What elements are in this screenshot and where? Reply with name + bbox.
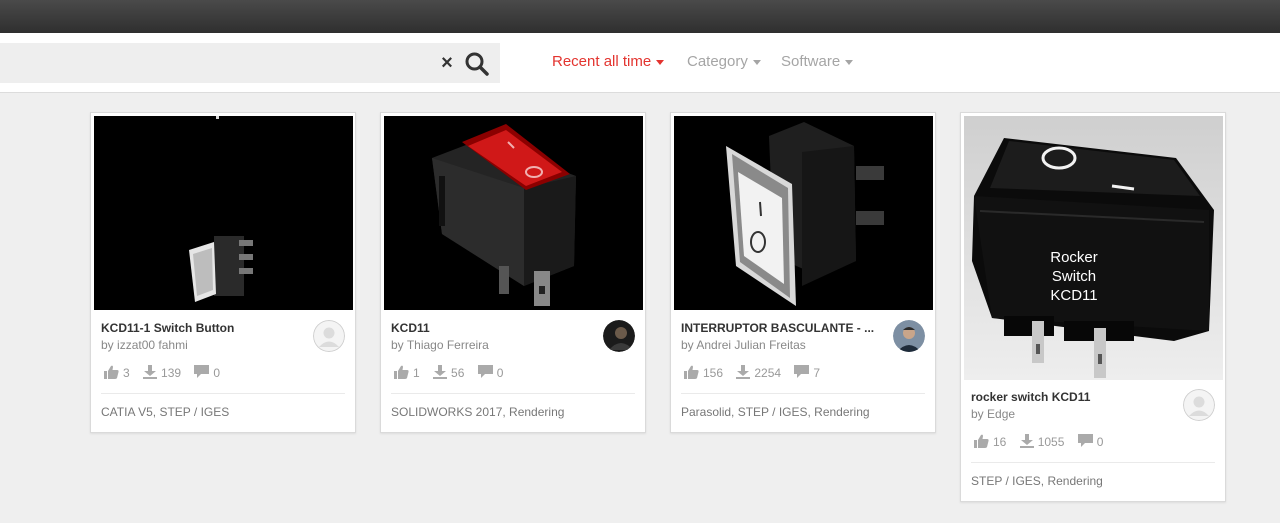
comments-count: 0 [496, 366, 504, 380]
caret-down-icon [845, 59, 854, 65]
comment-icon [794, 365, 810, 378]
model-title[interactable]: rocker switch KCD11 [971, 390, 1176, 404]
likes-stat: 1 [394, 365, 420, 380]
comment-icon [1077, 434, 1093, 447]
model-software-tags: CATIA V5, STEP / IGES [101, 405, 230, 419]
sort-dropdown-label: Recent all time [552, 53, 652, 70]
author-prefix: by [971, 407, 984, 421]
model-card[interactable]: INTERRUPTOR BASCULANTE - ... by Andrei J… [670, 112, 936, 433]
author-name[interactable]: Thiago Ferreira [407, 338, 489, 352]
divider [971, 462, 1215, 463]
likes-stat: 16 [974, 434, 1006, 449]
likes-count: 3 [123, 366, 130, 380]
model-author: by izzat00 fahmi [101, 338, 188, 352]
author-name[interactable]: Edge [987, 407, 1015, 421]
model-author: by Thiago Ferreira [391, 338, 489, 352]
comments-stat: 0 [477, 365, 504, 380]
likes-stat: 156 [684, 365, 723, 380]
caret-down-icon [656, 59, 665, 65]
sort-dropdown[interactable]: Recent all time [552, 53, 665, 70]
model-thumbnail[interactable] [94, 116, 353, 310]
software-dropdown-label: Software [781, 53, 841, 70]
model-software-tags: SOLIDWORKS 2017, Rendering [391, 405, 565, 419]
avatar[interactable] [313, 320, 345, 352]
avatar[interactable] [1183, 389, 1215, 421]
model-stats: 3 139 0 [104, 365, 230, 380]
comments-count: 0 [1096, 435, 1104, 449]
search-input[interactable] [0, 43, 430, 83]
thumbnail-text-line: Switch [1052, 268, 1096, 285]
top-navigation-bar [0, 0, 1280, 33]
model-thumbnail[interactable] [384, 116, 643, 310]
model-stats: 16 1055 0 [974, 434, 1113, 449]
download-icon [1019, 434, 1034, 448]
model-title[interactable]: KCD11-1 Switch Button [101, 321, 306, 335]
likes-count: 156 [703, 366, 724, 380]
downloads-stat: 56 [433, 365, 464, 380]
author-name[interactable]: izzat00 fahmi [117, 338, 188, 352]
thumbs-up-icon [394, 365, 409, 379]
thumbnail-text-line: Rocker [1050, 249, 1098, 266]
avatar[interactable] [893, 320, 925, 352]
comments-stat: 0 [194, 365, 220, 380]
download-icon [433, 365, 448, 379]
thumbnail-caption: Rocker Switch KCD11 [1050, 249, 1098, 304]
model-card[interactable]: KCD11-1 Switch Button by izzat00 fahmi 3… [90, 112, 356, 433]
author-name[interactable]: Andrei Julian Freitas [696, 338, 805, 352]
filter-bar: × Recent all time Category Software [0, 33, 1280, 93]
thumbs-up-icon [684, 365, 699, 379]
downloads-count: 2254 [754, 366, 782, 380]
caret-down-icon [752, 59, 761, 65]
category-dropdown-label: Category [687, 53, 748, 70]
download-icon [143, 365, 158, 379]
downloads-stat: 2254 [736, 365, 781, 380]
model-author: by Andrei Julian Freitas [681, 338, 806, 352]
likes-stat: 3 [104, 365, 130, 380]
thumbnail-text-line: KCD11 [1050, 287, 1097, 304]
divider [391, 393, 635, 394]
model-title[interactable]: KCD11 [391, 321, 596, 335]
model-stats: 156 2254 7 [684, 365, 830, 380]
model-card[interactable]: KCD11 by Thiago Ferreira 1 56 0 SOLIDWOR… [380, 112, 646, 433]
comments-stat: 7 [794, 365, 820, 380]
likes-count: 16 [993, 435, 1007, 449]
model-title[interactable]: INTERRUPTOR BASCULANTE - ... [681, 321, 886, 335]
divider [681, 393, 925, 394]
comment-icon [477, 365, 493, 378]
downloads-stat: 139 [143, 365, 181, 380]
comments-stat: 0 [1077, 434, 1104, 449]
author-prefix: by [101, 338, 114, 352]
author-prefix: by [681, 338, 694, 352]
category-dropdown[interactable]: Category [687, 53, 761, 70]
search-box: × [0, 43, 500, 83]
thumbs-up-icon [974, 434, 989, 448]
model-thumbnail[interactable] [674, 116, 933, 310]
model-thumbnail[interactable]: Rocker Switch KCD11 [964, 116, 1223, 380]
comment-icon [194, 365, 210, 378]
downloads-count: 56 [451, 366, 465, 380]
downloads-count: 139 [161, 366, 182, 380]
thumbs-up-icon [104, 365, 119, 379]
model-software-tags: Parasolid, STEP / IGES, Rendering [681, 405, 870, 419]
search-icon[interactable] [464, 51, 490, 77]
comments-count: 7 [813, 366, 821, 380]
model-software-tags: STEP / IGES, Rendering [971, 474, 1103, 488]
model-author: by Edge [971, 407, 1015, 421]
likes-count: 1 [413, 366, 420, 380]
download-icon [736, 365, 751, 379]
downloads-stat: 1055 [1019, 434, 1065, 449]
model-card[interactable]: Rocker Switch KCD11 rocker switch KCD11 … [960, 112, 1226, 502]
divider [101, 393, 345, 394]
close-icon[interactable]: × [438, 52, 456, 74]
avatar[interactable] [603, 320, 635, 352]
comments-count: 0 [213, 366, 221, 380]
software-dropdown[interactable]: Software [781, 53, 854, 70]
author-prefix: by [391, 338, 404, 352]
model-stats: 1 56 0 [394, 365, 513, 380]
downloads-count: 1055 [1037, 435, 1065, 449]
